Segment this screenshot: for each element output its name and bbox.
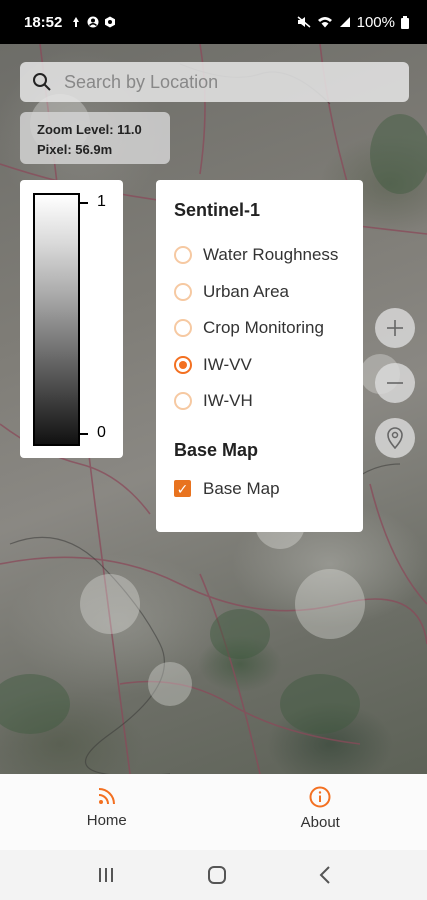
nav-about[interactable]: About bbox=[214, 774, 427, 850]
base-map-checkbox-row[interactable]: ✓ Base Map bbox=[174, 479, 345, 499]
nav-home-label: Home bbox=[86, 812, 127, 829]
minus-icon bbox=[387, 382, 403, 384]
legend-gradient-bar bbox=[33, 193, 80, 446]
account-icon bbox=[87, 16, 99, 28]
radio-option-water-roughness[interactable]: Water Roughness bbox=[174, 237, 345, 274]
battery-text: 100% bbox=[356, 13, 395, 31]
radio-option-iw-vh[interactable]: IW-VH bbox=[174, 383, 345, 420]
signal-icon bbox=[339, 17, 350, 27]
notification-icon bbox=[73, 17, 80, 27]
battery-icon bbox=[401, 15, 409, 29]
info-icon bbox=[309, 786, 331, 808]
radio-button[interactable] bbox=[174, 392, 192, 411]
radio-label: Crop Monitoring bbox=[203, 318, 324, 338]
radio-option-urban-area[interactable]: Urban Area bbox=[174, 274, 345, 311]
notification-icons bbox=[70, 16, 116, 28]
back-icon[interactable] bbox=[318, 865, 332, 885]
legend-max-label: 1 bbox=[97, 193, 106, 210]
radio-label: IW-VH bbox=[203, 391, 253, 411]
zoom-level-text: Zoom Level: 11.0 bbox=[37, 122, 142, 137]
pixel-size-text: Pixel: 56.9m bbox=[37, 142, 113, 157]
base-map-checkbox-label: Base Map bbox=[203, 478, 280, 498]
radio-label: Water Roughness bbox=[203, 245, 339, 265]
search-icon bbox=[33, 73, 51, 91]
bottom-navigation: Home About bbox=[0, 774, 427, 850]
sentinel-heading: Sentinel-1 bbox=[174, 200, 261, 220]
search-box[interactable] bbox=[20, 62, 409, 102]
legend-tick-max bbox=[80, 202, 88, 204]
radio-option-crop-monitoring[interactable]: Crop Monitoring bbox=[174, 310, 345, 347]
nav-about-label: About bbox=[300, 814, 340, 831]
zoom-in-button[interactable] bbox=[375, 308, 415, 348]
home-icon[interactable] bbox=[207, 865, 227, 885]
rss-feed-icon bbox=[98, 788, 115, 805]
locate-button[interactable] bbox=[375, 418, 415, 458]
radio-label: Urban Area bbox=[203, 281, 289, 301]
base-map-heading: Base Map bbox=[174, 439, 259, 460]
layer-selection-panel: Sentinel-1 Water Roughness Urban Area Cr… bbox=[156, 180, 363, 532]
legend-tick-min bbox=[80, 433, 88, 435]
color-legend: 1 0 bbox=[20, 180, 123, 458]
zoom-out-button[interactable] bbox=[375, 363, 415, 403]
settings-icon bbox=[105, 16, 116, 28]
location-pin-icon bbox=[387, 427, 403, 449]
radio-button-selected[interactable] bbox=[174, 355, 192, 374]
map-info-box: Zoom Level: 11.0 Pixel: 56.9m bbox=[20, 112, 170, 164]
status-bar: 18:52 100% bbox=[0, 0, 427, 44]
legend-min-label: 0 bbox=[97, 424, 106, 441]
radio-button[interactable] bbox=[174, 282, 192, 301]
status-right: 100% bbox=[297, 14, 409, 31]
base-map-checkbox[interactable]: ✓ bbox=[174, 480, 191, 497]
wifi-icon bbox=[317, 17, 332, 28]
radio-option-iw-vv[interactable]: IW-VV bbox=[174, 347, 345, 384]
search-input[interactable] bbox=[64, 71, 384, 93]
plus-icon bbox=[387, 320, 403, 336]
status-time: 18:52 bbox=[24, 13, 63, 31]
radio-button[interactable] bbox=[174, 319, 192, 338]
radio-label: IW-VV bbox=[203, 354, 252, 374]
layer-radio-list: Water Roughness Urban Area Crop Monitori… bbox=[174, 237, 345, 420]
mute-icon bbox=[297, 16, 311, 28]
system-navigation-bar bbox=[0, 850, 427, 900]
nav-home[interactable]: Home bbox=[0, 774, 214, 850]
recent-apps-icon[interactable] bbox=[96, 866, 116, 884]
radio-button[interactable] bbox=[174, 246, 192, 265]
